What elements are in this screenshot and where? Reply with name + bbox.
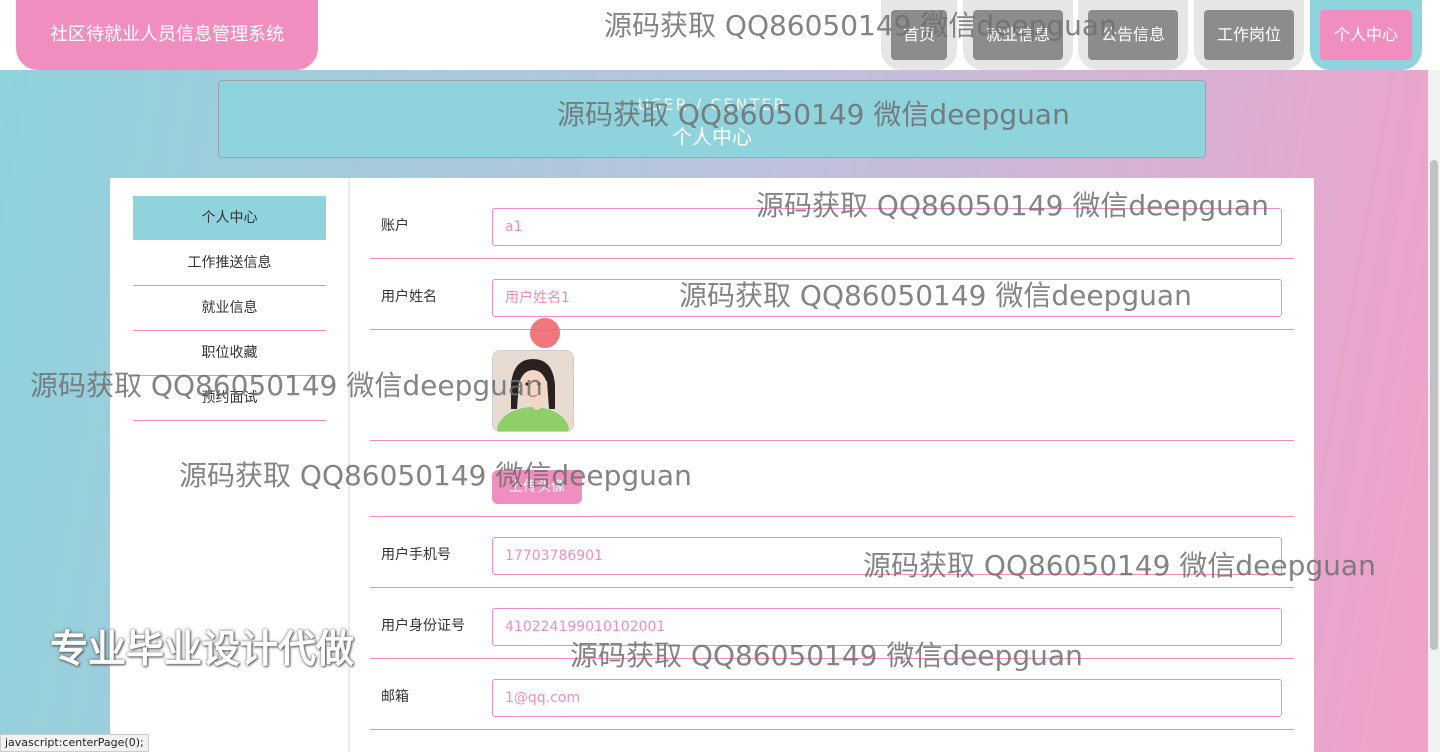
nav-personal-center[interactable]: 个人中心 [1310, 0, 1422, 70]
cursor-highlight [530, 318, 560, 348]
page-scrollbar[interactable] [1428, 70, 1440, 752]
nav-personal-center-label: 个人中心 [1320, 10, 1412, 60]
sidebar-item-employment-info[interactable]: 就业信息 [133, 286, 326, 331]
promo-text: 专业毕业设计代做 [50, 627, 355, 671]
status-bar: javascript:centerPage(0); [0, 734, 149, 752]
site-title: 社区待就业人员信息管理系统 [16, 0, 318, 70]
name-label: 用户姓名 [381, 289, 437, 305]
watermark-3: 源码获取 QQ86050149 微信deepguan [756, 189, 1269, 222]
watermark-4: 源码获取 QQ86050149 微信deepguan [679, 279, 1192, 312]
watermark-2: 源码获取 QQ86050149 微信deepguan [557, 98, 1070, 131]
account-label: 账户 [381, 218, 409, 234]
scrollbar-thumb[interactable] [1430, 160, 1438, 650]
watermark-8: 源码获取 QQ86050149 微信deepguan [570, 639, 1083, 672]
watermark-6: 源码获取 QQ86050149 微信deepguan [179, 459, 692, 492]
sidebar-item-personal-center[interactable]: 个人中心 [133, 196, 326, 240]
nav-job-positions[interactable]: 工作岗位 [1194, 0, 1304, 70]
email-field[interactable]: 1@qq.com [492, 679, 1282, 717]
phone-label: 用户手机号 [381, 547, 451, 563]
sidebar-item-job-push[interactable]: 工作推送信息 [133, 241, 326, 286]
id-number-label: 用户身份证号 [381, 618, 465, 634]
watermark-5: 源码获取 QQ86050149 微信deepguan [30, 369, 543, 402]
watermark-1: 源码获取 QQ86050149 微信deepguan [604, 9, 1117, 42]
watermark-7: 源码获取 QQ86050149 微信deepguan [863, 549, 1376, 582]
nav-job-positions-label: 工作岗位 [1204, 10, 1294, 60]
email-label: 邮箱 [381, 689, 409, 705]
